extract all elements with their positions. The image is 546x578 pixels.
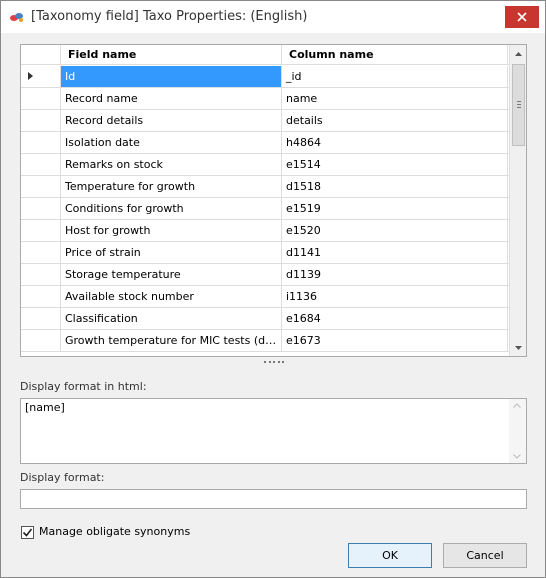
title-bar: [Taxonomy field] Taxo Properties: (Engli… [1, 1, 545, 33]
window-title: [Taxonomy field] Taxo Properties: (Engli… [31, 9, 308, 24]
column-name-cell[interactable]: d1518 [282, 176, 508, 197]
field-name-cell[interactable]: Price of strain [61, 242, 282, 263]
field-name-cell[interactable]: Growth temperature for MIC tests (deg ..… [61, 330, 282, 351]
close-icon [517, 12, 527, 22]
row-indicator[interactable] [21, 66, 61, 87]
close-button[interactable] [505, 6, 539, 28]
column-name-cell[interactable]: e1684 [282, 308, 508, 329]
field-name-cell[interactable]: Remarks on stock [61, 154, 282, 175]
column-name-cell[interactable]: e1520 [282, 220, 508, 241]
chevron-up-icon [515, 51, 522, 56]
column-name-cell[interactable]: e1519 [282, 198, 508, 219]
manage-synonyms-checkbox[interactable] [21, 526, 34, 539]
manage-synonyms-label: Manage obligate synonyms [39, 525, 191, 538]
grip-icon [517, 101, 521, 110]
table-row[interactable]: Isolation date h4864 [21, 132, 509, 154]
row-indicator[interactable] [21, 88, 61, 109]
chevron-down-icon [515, 345, 522, 350]
textarea-scrollbar[interactable] [509, 399, 526, 463]
splitter-handle[interactable] [264, 358, 284, 366]
field-name-cell[interactable]: Record details [61, 110, 282, 131]
html-format-textarea[interactable]: [name] [20, 398, 527, 464]
row-indicator[interactable] [21, 330, 61, 351]
field-name-cell[interactable]: Isolation date [61, 132, 282, 153]
row-indicator[interactable] [21, 110, 61, 131]
checkmark-icon [22, 528, 33, 537]
column-name-cell[interactable]: i1136 [282, 286, 508, 307]
field-name-cell[interactable]: Storage temperature [61, 264, 282, 285]
row-indicator[interactable] [21, 242, 61, 263]
field-name-cell[interactable]: Available stock number [61, 286, 282, 307]
chevron-down-icon [513, 454, 521, 459]
field-name-cell[interactable]: Host for growth [61, 220, 282, 241]
row-indicator[interactable] [21, 176, 61, 197]
column-name-cell[interactable]: _id [282, 66, 508, 87]
column-header-column-name[interactable]: Column name [282, 45, 508, 65]
table-row[interactable]: Remarks on stock e1514 [21, 154, 509, 176]
field-name-cell[interactable]: Conditions for growth [61, 198, 282, 219]
row-indicator[interactable] [21, 220, 61, 241]
row-indicator[interactable] [21, 154, 61, 175]
column-name-cell[interactable]: h4864 [282, 132, 508, 153]
column-name-cell[interactable]: d1141 [282, 242, 508, 263]
table-row[interactable]: Price of strain d1141 [21, 242, 509, 264]
html-format-value: [name] [25, 401, 65, 414]
field-name-cell[interactable]: Classification [61, 308, 282, 329]
header-indicator-cell [21, 45, 61, 65]
table-row[interactable]: Storage temperature d1139 [21, 264, 509, 286]
row-indicator[interactable] [21, 132, 61, 153]
table-row[interactable]: Host for growth e1520 [21, 220, 509, 242]
column-name-cell[interactable]: e1673 [282, 330, 508, 351]
grid-header: Field name Column name [21, 45, 509, 65]
table-row[interactable]: Record details details [21, 110, 509, 132]
cancel-button[interactable]: Cancel [443, 543, 527, 568]
row-indicator[interactable] [21, 264, 61, 285]
table-row[interactable]: Conditions for growth e1519 [21, 198, 509, 220]
display-format-input[interactable] [20, 489, 527, 509]
table-row[interactable]: Growth temperature for MIC tests (deg ..… [21, 330, 509, 352]
grid-scrollbar[interactable] [509, 45, 526, 356]
table-row[interactable]: Available stock number i1136 [21, 286, 509, 308]
field-name-cell[interactable]: Id [61, 66, 282, 87]
column-name-cell[interactable]: d1139 [282, 264, 508, 285]
field-name-cell[interactable]: Temperature for growth [61, 176, 282, 197]
table-row[interactable]: Classification e1684 [21, 308, 509, 330]
html-format-label: Display format in html: [20, 380, 147, 393]
table-row[interactable]: Id _id [21, 66, 509, 88]
properties-dialog: [Taxonomy field] Taxo Properties: (Engli… [0, 0, 546, 578]
column-name-cell[interactable]: name [282, 88, 508, 109]
field-name-cell[interactable]: Record name [61, 88, 282, 109]
app-icon [10, 13, 23, 22]
display-format-label: Display format: [20, 471, 105, 484]
ok-button[interactable]: OK [348, 543, 432, 568]
row-indicator[interactable] [21, 286, 61, 307]
column-name-cell[interactable]: e1514 [282, 154, 508, 175]
field-grid[interactable]: Field name Column name Id _id Record name n… [20, 44, 527, 357]
column-header-field-name[interactable]: Field name [61, 45, 282, 65]
scroll-thumb[interactable] [512, 64, 525, 146]
grid-rows: Id _id Record name name Record details detail… [21, 66, 509, 352]
scroll-up-button[interactable] [510, 45, 526, 62]
column-name-cell[interactable]: details [282, 110, 508, 131]
row-indicator[interactable] [21, 198, 61, 219]
table-row[interactable]: Record name name [21, 88, 509, 110]
table-row[interactable]: Temperature for growth d1518 [21, 176, 509, 198]
current-row-arrow-icon [28, 72, 33, 80]
chevron-up-icon [513, 403, 521, 408]
scroll-down-button[interactable] [510, 339, 526, 356]
row-indicator[interactable] [21, 308, 61, 329]
